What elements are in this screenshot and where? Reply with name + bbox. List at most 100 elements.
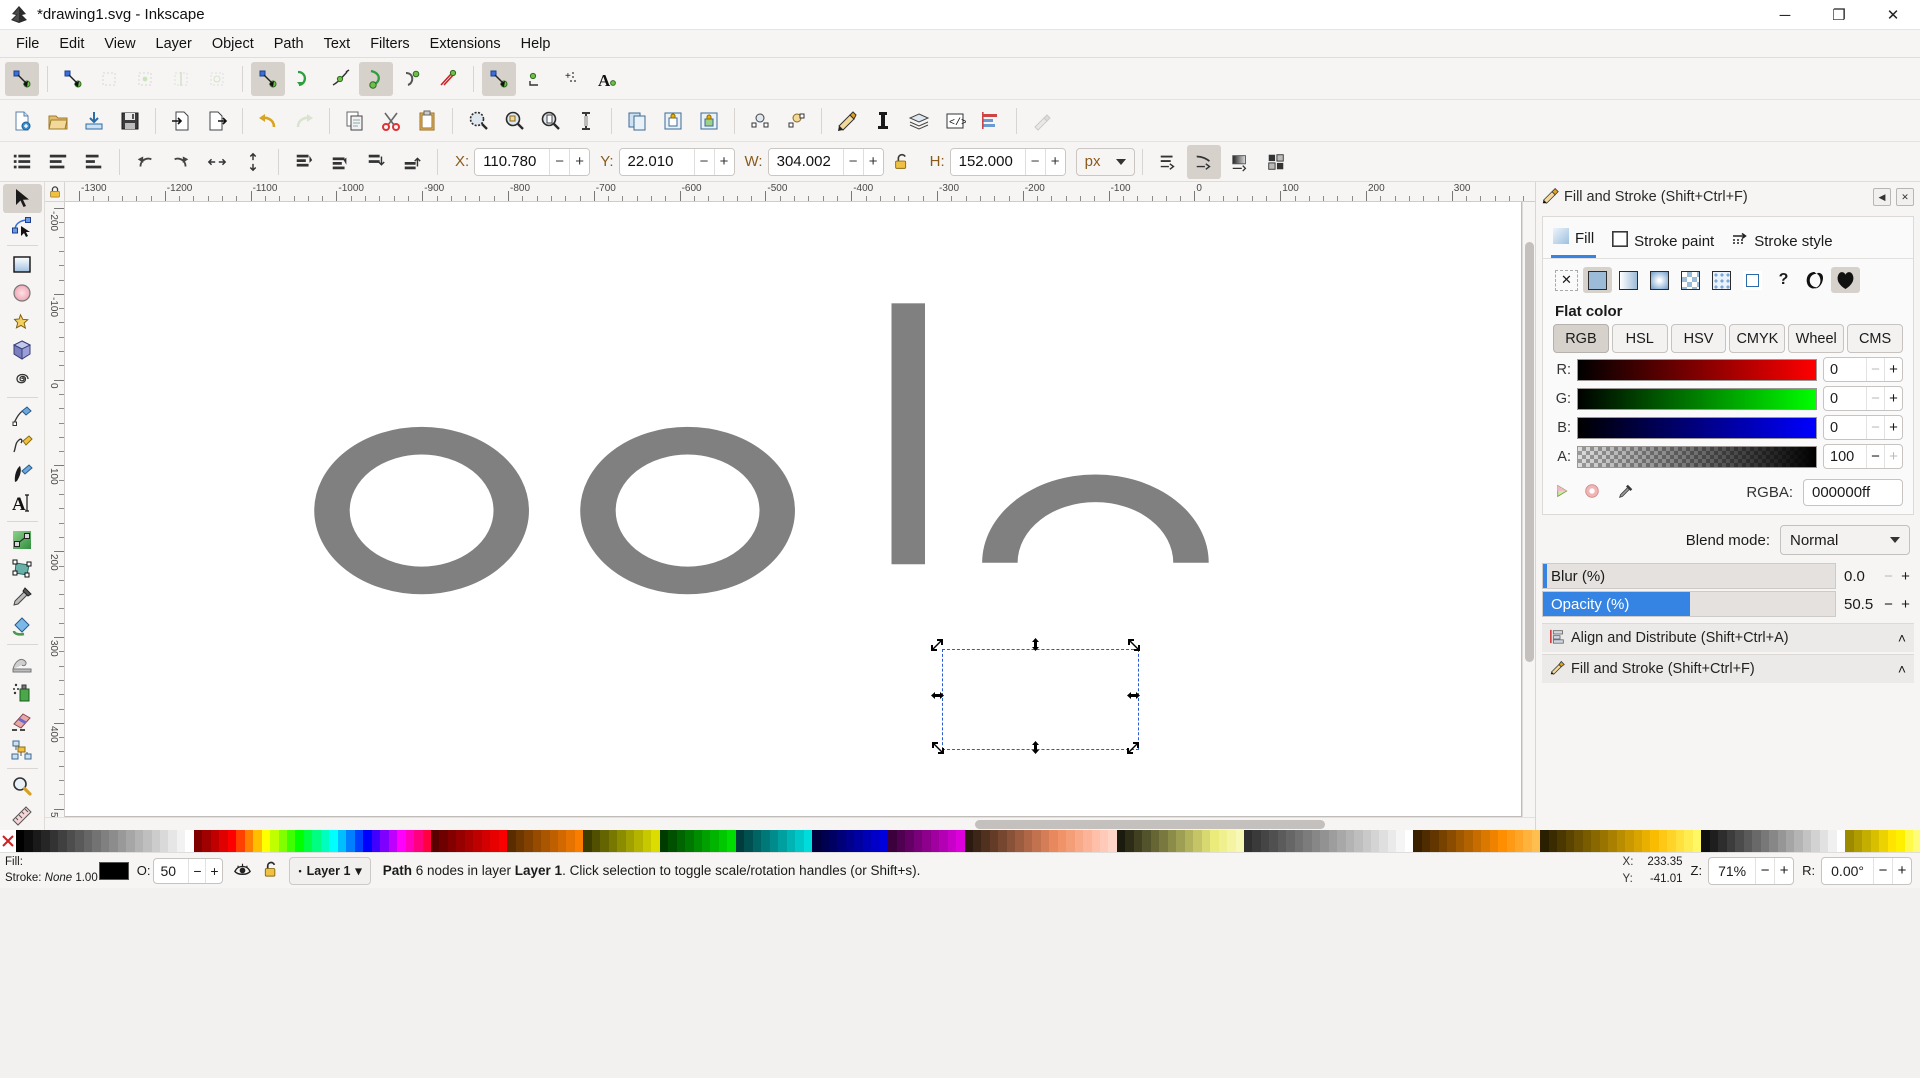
color-mode-hsl[interactable]: HSL (1611, 324, 1668, 353)
palette-swatch[interactable] (871, 830, 880, 852)
palette-swatch[interactable] (1582, 830, 1592, 852)
palette-swatch[interactable] (1066, 830, 1075, 852)
palette-swatch[interactable] (600, 830, 609, 852)
palette-swatch[interactable] (845, 830, 855, 852)
channel-a-spinner[interactable]: 100 − + (1823, 444, 1903, 469)
palette-swatch[interactable] (1464, 830, 1473, 852)
palette-swatch[interactable] (456, 830, 465, 852)
snap-bbox-edge-midpoint-button[interactable] (164, 62, 198, 96)
palette-swatch[interactable] (117, 830, 127, 852)
group-button[interactable] (656, 104, 690, 138)
palette-swatch[interactable] (1514, 830, 1524, 852)
affect-stroke-width-toggle[interactable] (1151, 145, 1185, 179)
unlink-clone-button[interactable] (779, 104, 813, 138)
snap-cusp-node-button[interactable] (359, 61, 393, 96)
palette-swatch[interactable] (956, 830, 965, 852)
swatch-button[interactable] (1707, 267, 1736, 293)
palette-swatch[interactable] (1277, 830, 1287, 852)
zoom-spinner[interactable]: 71% − + (1708, 856, 1795, 885)
palette-swatch[interactable] (1913, 830, 1920, 852)
palette-swatch[interactable] (693, 830, 702, 852)
palette-swatch[interactable] (210, 830, 220, 852)
palette-swatch[interactable] (1421, 830, 1431, 852)
selection-handle-n[interactable] (1029, 638, 1042, 651)
palette-swatch[interactable] (1845, 830, 1854, 852)
pick-color-icon[interactable] (1617, 482, 1635, 504)
palette-swatch[interactable] (1396, 830, 1405, 852)
color-palette[interactable] (0, 830, 1920, 852)
eraser-tool[interactable] (3, 707, 42, 736)
channel-a-slider[interactable] (1577, 445, 1817, 468)
palette-swatch[interactable] (642, 830, 652, 852)
palette-swatch[interactable] (397, 830, 406, 852)
palette-swatch[interactable] (380, 830, 389, 852)
palette-swatch[interactable] (1743, 830, 1753, 852)
h-spinner[interactable]: 152.000 − + (949, 147, 1066, 176)
affect-patterns-toggle[interactable] (1259, 145, 1293, 179)
palette-swatch[interactable] (701, 830, 711, 852)
section-align-chevron-up-icon[interactable]: ˄ (1898, 630, 1906, 646)
snap-text-baseline-button[interactable]: A (590, 62, 624, 96)
dock-close-button[interactable]: ✕ (1896, 188, 1914, 206)
palette-swatch[interactable] (998, 830, 1007, 852)
blur-slider[interactable]: Blur (%) (1542, 563, 1836, 589)
selection-handle-nw[interactable] (931, 638, 944, 651)
menu-item-edit[interactable]: Edit (49, 33, 94, 55)
vertical-scrollbar[interactable] (1522, 202, 1535, 817)
palette-swatch[interactable] (761, 830, 770, 852)
palette-swatch[interactable] (1633, 830, 1642, 852)
node-tool[interactable] (3, 213, 42, 242)
palette-swatch[interactable] (1675, 830, 1685, 852)
export-file-button[interactable] (200, 104, 234, 138)
snap-others-button[interactable] (482, 61, 516, 96)
palette-swatch[interactable] (405, 830, 415, 852)
palette-swatch[interactable] (1210, 830, 1219, 852)
palette-swatch[interactable] (1565, 830, 1575, 852)
redo-button[interactable] (287, 104, 321, 138)
pattern-button[interactable] (1676, 267, 1705, 293)
status-fill-swatch[interactable] (98, 861, 129, 880)
section-fill-stroke-chevron-up-icon[interactable]: ˄ (1898, 661, 1906, 677)
palette-swatch[interactable] (1413, 830, 1422, 852)
palette-swatch[interactable] (278, 830, 287, 852)
horizontal-scrollbar[interactable] (45, 817, 1535, 830)
color-mode-rgb[interactable]: RGB (1553, 324, 1609, 353)
palette-swatch[interactable] (1616, 830, 1626, 852)
palette-swatch[interactable] (1040, 830, 1050, 852)
palette-swatch[interactable] (1523, 830, 1532, 852)
y-value[interactable]: 22.010 (619, 148, 694, 175)
palette-swatch[interactable] (236, 830, 245, 852)
palette-swatch[interactable] (473, 830, 482, 852)
palette-swatch[interactable] (1235, 830, 1244, 852)
blend-mode-select[interactable]: Normal (1780, 525, 1910, 555)
palette-swatch[interactable] (1032, 830, 1041, 852)
palette-swatch[interactable] (634, 830, 643, 852)
palette-swatch[interactable] (1548, 830, 1558, 852)
palette-swatch[interactable] (134, 830, 144, 852)
color-mode-cms[interactable]: CMS (1847, 324, 1903, 353)
status-opacity-value[interactable]: 50 (154, 859, 188, 883)
rotation-decrement[interactable]: − (1873, 857, 1892, 884)
zoom-decrement[interactable]: − (1755, 857, 1774, 884)
channel-r-spinner[interactable]: 0 − + (1823, 357, 1903, 382)
palette-swatch[interactable] (151, 830, 160, 852)
palette-swatch[interactable] (972, 830, 982, 852)
channel-g-decrement[interactable]: − (1866, 387, 1884, 410)
palette-swatch[interactable] (66, 830, 76, 852)
palette-swatch[interactable] (896, 830, 906, 852)
pencil-tool[interactable] (3, 402, 42, 431)
paste-button[interactable] (410, 104, 444, 138)
palette-swatch[interactable] (1303, 830, 1312, 852)
w-decrement-button[interactable]: − (842, 148, 863, 175)
lock-aspect-ratio-icon[interactable] (885, 145, 919, 179)
mesh-tool[interactable] (3, 554, 42, 583)
palette-swatch[interactable] (1819, 830, 1829, 852)
palette-swatch[interactable] (812, 830, 821, 852)
palette-swatch[interactable] (1108, 830, 1117, 852)
import-file-button[interactable] (164, 104, 198, 138)
palette-swatch[interactable] (1354, 830, 1363, 852)
color-mode-hsv[interactable]: HSV (1670, 324, 1727, 353)
snap-object-center-button[interactable] (518, 62, 552, 96)
opacity-increment[interactable]: + (1897, 596, 1914, 613)
menu-item-text[interactable]: Text (314, 33, 361, 55)
